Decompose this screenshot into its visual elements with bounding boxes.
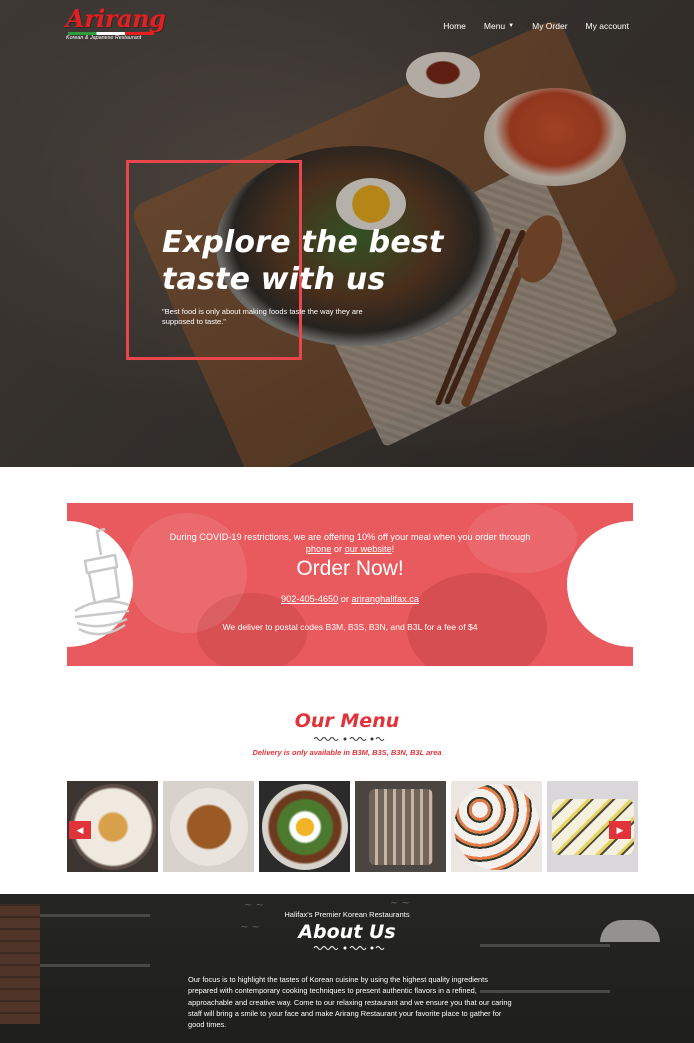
nav-my-order[interactable]: My Order bbox=[532, 21, 567, 31]
menu-item-bibimbap[interactable] bbox=[259, 781, 350, 872]
nav-menu-label: Menu bbox=[483, 21, 506, 31]
hero-quote: "Best food is only about making foods ta… bbox=[162, 307, 363, 326]
decorative-divider-icon bbox=[313, 946, 385, 950]
drink-and-burger-icon bbox=[74, 527, 130, 636]
bibimbap-dish-icon bbox=[261, 783, 348, 870]
nav-home-label: Home bbox=[443, 21, 466, 31]
bbq-grill-dish-icon bbox=[368, 788, 433, 865]
order-now-heading: Order Now! bbox=[296, 557, 404, 580]
menu-section-title: Our Menu bbox=[294, 710, 400, 732]
decorative-divider-icon bbox=[313, 737, 385, 741]
about-eyebrow: Halifax's Premier Korean Restaurants bbox=[284, 910, 410, 919]
about-title: About Us bbox=[298, 921, 396, 943]
menu-item-noodles[interactable] bbox=[163, 781, 254, 872]
order-promo-banner: During COVID-19 restrictions, we are off… bbox=[67, 503, 633, 666]
about-body: Our focus is to highlight the tastes of … bbox=[188, 975, 512, 1030]
carousel-prev-button[interactable]: ◀ bbox=[69, 821, 91, 839]
logo-text: Arirang bbox=[66, 4, 166, 33]
promo-contact-or: or bbox=[338, 594, 352, 604]
hero-title-line2: taste with us bbox=[162, 262, 386, 297]
chevron-left-icon: ◀ bbox=[76, 824, 84, 835]
nav-my-account[interactable]: My account bbox=[586, 21, 629, 31]
hero-title-line1: Explore the best bbox=[162, 225, 444, 260]
about-section: ~ ~ ~ ~ ~ ~ Halifax's Premier Korean Res… bbox=[0, 894, 694, 1043]
delivery-note: We deliver to postal codes B3M, B3S, B3N… bbox=[222, 622, 478, 632]
noodle-dish-icon bbox=[169, 787, 248, 866]
hero-section: Arirang Korean & Japanese Restaurant Hom… bbox=[0, 0, 694, 467]
menu-item-bbq[interactable] bbox=[355, 781, 446, 872]
site-logo[interactable]: Arirang Korean & Japanese Restaurant bbox=[66, 6, 166, 44]
sushi-roll-dish-icon bbox=[453, 783, 540, 870]
promo-contact-links: 902-405-4650 or ariranghalifax.ca bbox=[167, 594, 533, 604]
menu-item-sushi-roll[interactable] bbox=[451, 781, 542, 872]
main-nav: Home Menu ▼ My Order My account bbox=[443, 21, 629, 31]
nav-menu[interactable]: Menu ▼ bbox=[484, 21, 514, 31]
promo-offer-text: During COVID-19 restrictions, we are off… bbox=[167, 531, 533, 555]
promo-offer-or: or bbox=[331, 544, 345, 554]
phone-number-link[interactable]: 902-405-4650 bbox=[281, 594, 338, 604]
logo-tagline: Korean & Japanese Restaurant bbox=[66, 35, 142, 41]
nav-home[interactable]: Home bbox=[443, 21, 466, 31]
logo-stripe bbox=[68, 32, 154, 35]
promo-website-link[interactable]: our website bbox=[345, 544, 392, 554]
chevron-down-icon: ▼ bbox=[508, 23, 515, 29]
promo-phone-link[interactable]: phone bbox=[306, 544, 332, 554]
promo-offer-end: ! bbox=[391, 544, 395, 554]
menu-delivery-notice: Delivery is only available in B3M, B3S, … bbox=[252, 748, 442, 757]
menu-carousel: ◀ ▶ bbox=[67, 781, 638, 872]
nav-my-order-label: My Order bbox=[532, 21, 568, 31]
chevron-right-icon: ▶ bbox=[616, 824, 624, 835]
promo-background-image bbox=[407, 573, 547, 666]
nav-my-account-label: My account bbox=[585, 21, 629, 31]
promo-offer-intro: During COVID-19 restrictions, we are off… bbox=[169, 532, 531, 542]
website-url-link[interactable]: ariranghalifax.ca bbox=[352, 594, 419, 604]
hero-title: Explore the best taste with us bbox=[162, 224, 462, 298]
carousel-next-button[interactable]: ▶ bbox=[609, 821, 631, 839]
